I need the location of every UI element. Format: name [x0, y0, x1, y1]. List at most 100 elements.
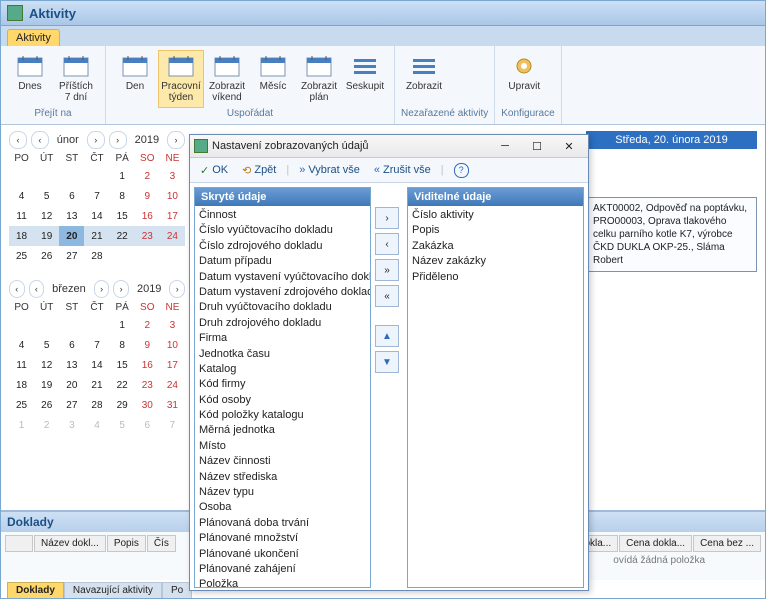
day-cell[interactable]: 15: [110, 355, 135, 375]
ribbon-workweek-button[interactable]: Pracovní týden: [158, 50, 204, 108]
list-item[interactable]: Druh vyúčtovacího dokladu: [199, 300, 366, 315]
prev-month2-button[interactable]: ‹: [31, 131, 49, 149]
list-item[interactable]: Kód osoby: [199, 393, 366, 408]
select-all-button[interactable]: »Vybrat vše: [295, 162, 364, 178]
list-item[interactable]: Datum případu: [199, 254, 366, 269]
day-cell[interactable]: 5: [34, 186, 59, 206]
list-item[interactable]: Činnost: [199, 208, 366, 223]
day-cell[interactable]: 24: [160, 226, 185, 246]
move-all-right-button[interactable]: »: [375, 259, 399, 281]
day-cell[interactable]: 3: [59, 415, 84, 435]
day-cell[interactable]: 13: [59, 355, 84, 375]
day-cell[interactable]: 3: [160, 166, 185, 186]
day-cell[interactable]: 11: [9, 206, 34, 226]
list-item[interactable]: Kód položky katalogu: [199, 408, 366, 423]
day-cell[interactable]: 8: [110, 335, 135, 355]
list-item[interactable]: Měrná jednotka: [199, 423, 366, 438]
day-cell[interactable]: 22: [110, 375, 135, 395]
calendar-grid[interactable]: POÚTSTČTPÁSONE12345678910111213141516171…: [9, 151, 185, 266]
day-cell[interactable]: 2: [34, 415, 59, 435]
day-cell[interactable]: 22: [110, 226, 135, 246]
day-cell[interactable]: 20: [59, 375, 84, 395]
move-down-button[interactable]: ▼: [375, 351, 399, 373]
day-cell[interactable]: 16: [135, 206, 160, 226]
list-item[interactable]: Datum vystavení vyúčtovacího dokladu: [199, 270, 366, 285]
day-cell[interactable]: 31: [160, 395, 185, 415]
list-item[interactable]: Plánované ukončení: [199, 547, 366, 562]
day-cell[interactable]: 7: [84, 335, 109, 355]
day-cell[interactable]: 18: [9, 226, 34, 246]
day-cell[interactable]: 25: [9, 395, 34, 415]
ribbon-day-button[interactable]: Den: [112, 50, 158, 108]
column-header[interactable]: Název dokl...: [34, 535, 106, 552]
day-cell[interactable]: 27: [59, 246, 84, 266]
column-header[interactable]: Cena dokla...: [619, 535, 692, 552]
day-cell[interactable]: [59, 315, 84, 335]
day-cell[interactable]: 28: [84, 395, 109, 415]
list-item[interactable]: Kód firmy: [199, 377, 366, 392]
help-button[interactable]: ?: [450, 161, 473, 180]
close-button[interactable]: ✕: [554, 137, 584, 155]
day-cell[interactable]: 11: [9, 355, 34, 375]
move-right-button[interactable]: ›: [375, 207, 399, 229]
day-cell[interactable]: [84, 166, 109, 186]
day-cell[interactable]: 2: [135, 315, 160, 335]
list-item[interactable]: Název střediska: [199, 470, 366, 485]
bottom-tab[interactable]: Po: [162, 582, 192, 598]
day-cell[interactable]: 9: [135, 186, 160, 206]
day-cell[interactable]: [84, 315, 109, 335]
ribbon-today-button[interactable]: Dnes: [7, 50, 53, 108]
list-item[interactable]: Číslo zdrojového dokladu: [199, 239, 366, 254]
list-item[interactable]: Popis: [412, 223, 579, 238]
column-header[interactable]: Cena bez ...: [693, 535, 761, 552]
list-item[interactable]: Katalog: [199, 362, 366, 377]
day-cell[interactable]: [110, 246, 135, 266]
next-month-button[interactable]: ›: [94, 280, 110, 298]
appointment-card[interactable]: AKT00002, Odpověď na poptávku, PRO00003,…: [586, 197, 757, 272]
day-cell[interactable]: [135, 246, 160, 266]
list-item[interactable]: Plánované množství: [199, 531, 366, 546]
day-cell[interactable]: 21: [84, 375, 109, 395]
day-cell[interactable]: 14: [84, 206, 109, 226]
day-cell[interactable]: 25: [9, 246, 34, 266]
ribbon-edit-button[interactable]: Upravit: [501, 50, 547, 108]
list-item[interactable]: Osoba: [199, 500, 366, 515]
day-cell[interactable]: 26: [34, 246, 59, 266]
next-month2-button[interactable]: ›: [109, 131, 127, 149]
calendar-grid[interactable]: POÚTSTČTPÁSONE12345678910111213141516171…: [9, 300, 185, 435]
day-cell[interactable]: 23: [135, 375, 160, 395]
top-tab-aktivity[interactable]: Aktivity: [7, 29, 60, 46]
move-all-left-button[interactable]: «: [375, 285, 399, 307]
day-cell[interactable]: 19: [34, 375, 59, 395]
day-cell[interactable]: [160, 246, 185, 266]
day-cell[interactable]: 18: [9, 375, 34, 395]
cancel-all-button[interactable]: «Zrušit vše: [370, 162, 435, 178]
day-cell[interactable]: 6: [59, 335, 84, 355]
prev-month-button[interactable]: ‹: [9, 280, 25, 298]
day-cell[interactable]: 5: [110, 415, 135, 435]
day-cell[interactable]: 4: [9, 335, 34, 355]
day-cell[interactable]: 1: [110, 166, 135, 186]
list-item[interactable]: Jednotka času: [199, 347, 366, 362]
day-cell[interactable]: 17: [160, 355, 185, 375]
day-cell[interactable]: 5: [34, 335, 59, 355]
day-cell[interactable]: 14: [84, 355, 109, 375]
day-cell[interactable]: 23: [135, 226, 160, 246]
day-cell[interactable]: 9: [135, 335, 160, 355]
move-up-button[interactable]: ▲: [375, 325, 399, 347]
next-month2-button[interactable]: ›: [113, 280, 129, 298]
day-cell[interactable]: 2: [135, 166, 160, 186]
day-cell[interactable]: 30: [135, 395, 160, 415]
next-year-button[interactable]: ›: [167, 131, 185, 149]
ribbon-show-button[interactable]: Zobrazit: [401, 50, 447, 108]
ribbon-plan-button[interactable]: Zobrazit plán: [296, 50, 342, 108]
minimize-button[interactable]: ─: [490, 137, 520, 155]
day-cell[interactable]: 10: [160, 186, 185, 206]
bottom-tab[interactable]: Navazující aktivity: [64, 582, 162, 598]
list-item[interactable]: Místo: [199, 439, 366, 454]
day-cell[interactable]: [59, 166, 84, 186]
day-cell[interactable]: 6: [59, 186, 84, 206]
day-cell[interactable]: 28: [84, 246, 109, 266]
ribbon-group-button[interactable]: Seskupit: [342, 50, 388, 108]
day-cell[interactable]: [34, 315, 59, 335]
